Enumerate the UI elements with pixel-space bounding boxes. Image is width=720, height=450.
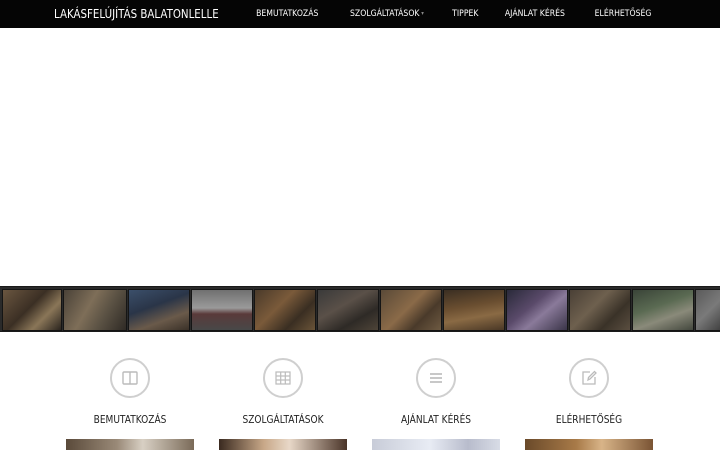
- feature-image: [219, 439, 347, 450]
- site-brand-link[interactable]: LAKÁSFELÚJÍTÁS BALATONLELLE: [54, 0, 219, 28]
- photo-filmstrip: [0, 286, 720, 332]
- table-icon: [263, 358, 303, 398]
- main-nav: BEMUTATKOZÁS SZOLGÁLTATÁSOK ▾ TIPPEK AJÁN…: [251, 0, 656, 28]
- feature-title: BEMUTATKOZÁS: [93, 414, 167, 426]
- list-icon: [416, 358, 456, 398]
- gallery-thumb[interactable]: [695, 289, 720, 331]
- feature-image: [66, 439, 194, 450]
- nav-item-elerhetoseg[interactable]: ELÉRHETŐSÉG: [595, 9, 652, 19]
- gallery-thumb[interactable]: [128, 289, 190, 331]
- edit-icon: [569, 358, 609, 398]
- gallery-thumb[interactable]: [632, 289, 694, 331]
- feature-title: AJÁNLAT KÉRÉS: [400, 414, 472, 426]
- chevron-down-icon: ▾: [420, 10, 424, 17]
- nav-item-szolgaltatasok[interactable]: SZOLGÁLTATÁSOK ▾: [350, 9, 424, 19]
- gallery-thumb[interactable]: [63, 289, 127, 331]
- gallery-thumb[interactable]: [2, 289, 62, 331]
- nav-item-tippek[interactable]: TIPPEK: [452, 9, 478, 19]
- gallery-thumb[interactable]: [506, 289, 568, 331]
- feature-image: [525, 439, 653, 450]
- gallery-thumb[interactable]: [443, 289, 505, 331]
- gallery-thumb[interactable]: [317, 289, 379, 331]
- nav-item-bemutatkozas[interactable]: BEMUTATKOZÁS: [256, 9, 318, 19]
- nav-item-ajanlat-keres[interactable]: AJÁNLAT KÉRÉS: [505, 9, 565, 19]
- feature-title: ELÉRHETŐSÉG: [555, 414, 623, 426]
- gallery-thumb[interactable]: [191, 289, 253, 331]
- hero-area: [0, 28, 720, 286]
- gallery-thumb[interactable]: [254, 289, 316, 331]
- feature-image: [372, 439, 500, 450]
- gallery-thumb[interactable]: [380, 289, 442, 331]
- gallery-thumb[interactable]: [569, 289, 631, 331]
- book-icon: [110, 358, 150, 398]
- features-section: BEMUTATKOZÁS SZOLGÁLTATÁSOK AJÁNLAT KÉRÉ…: [0, 332, 720, 450]
- nav-item-szolgaltatasok-label: SZOLGÁLTATÁSOK: [349, 9, 420, 19]
- top-navbar: LAKÁSFELÚJÍTÁS BALATONLELLE BEMUTATKOZÁS…: [0, 0, 720, 28]
- feature-title: SZOLGÁLTATÁSOK: [242, 414, 324, 426]
